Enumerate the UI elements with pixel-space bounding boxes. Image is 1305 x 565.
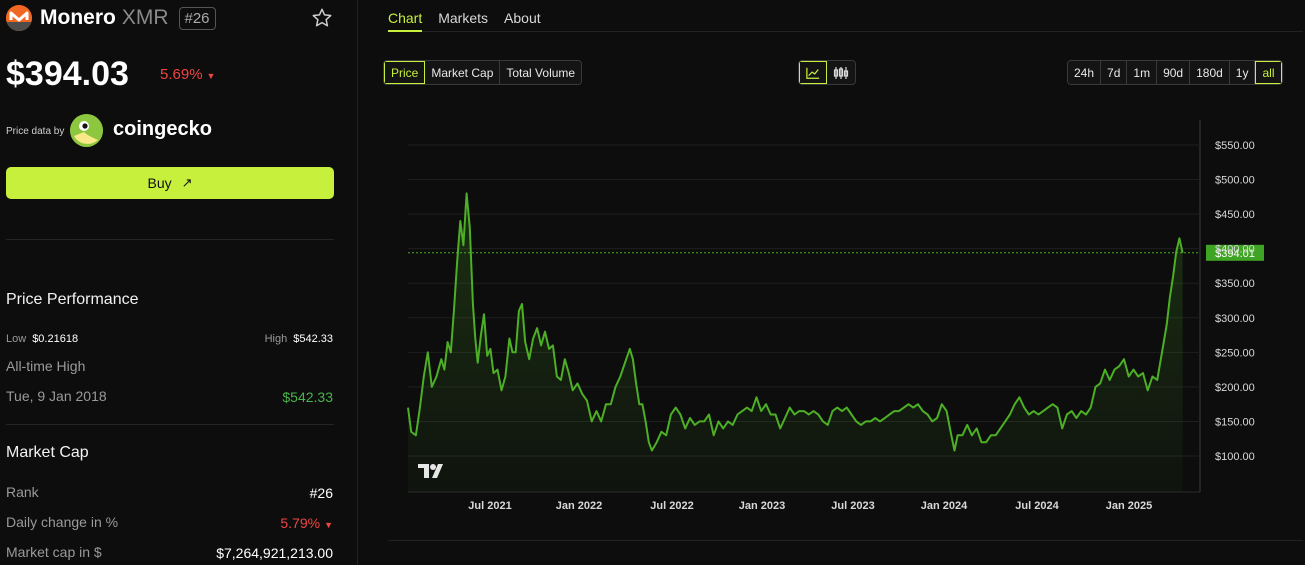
x-tick-label: Jan 2025 xyxy=(1106,500,1152,512)
coin-rank-badge: #26 xyxy=(178,6,216,30)
time-range-selector: 24h 7d 1m 90d 180d 1y all xyxy=(1067,60,1283,85)
market-cap-title: Market Cap xyxy=(6,444,89,461)
total-volume-metric-button[interactable]: Total Volume xyxy=(500,61,582,84)
caret-down-icon: ▼ xyxy=(324,520,333,530)
x-tick-label: Jul 2021 xyxy=(468,500,511,512)
daily-change-label: Daily change in % xyxy=(6,514,119,530)
y-tick-label: $200.00 xyxy=(1215,382,1255,394)
coin-sidebar: Monero XMR #26 $394.03 5.69% ▼ Price data… xyxy=(0,0,358,565)
buy-button[interactable]: Buy ↗ xyxy=(6,167,334,199)
low-label: Low xyxy=(6,333,27,345)
x-tick-label: Jul 2022 xyxy=(650,500,693,512)
star-icon[interactable] xyxy=(311,7,333,29)
x-tick-label: Jan 2024 xyxy=(921,500,968,512)
range-24h-button[interactable]: 24h xyxy=(1068,61,1102,84)
x-axis: Jul 2021 Jan 2022 Jul 2022 Jan 2023 Jul 2023… xyxy=(468,500,1152,512)
y-tick-label: $400.00 xyxy=(1215,244,1255,256)
high-label: High xyxy=(264,333,288,345)
price-change-value: 5.69% xyxy=(160,66,203,83)
y-tick-label: $100.00 xyxy=(1215,451,1255,463)
provider-name[interactable]: coingecko xyxy=(113,118,212,141)
x-tick-label: Jan 2023 xyxy=(739,500,785,512)
price-metric-button[interactable]: Price xyxy=(384,61,426,84)
coingecko-logo-icon xyxy=(70,114,103,147)
app-root: Monero XMR #26 $394.03 5.69% ▼ Price data… xyxy=(0,0,1305,565)
y-tick-label: $250.00 xyxy=(1215,347,1255,359)
chart-area-fill xyxy=(408,193,1183,492)
range-7d-button[interactable]: 7d xyxy=(1101,61,1128,84)
y-axis: $550.00 $500.00 $450.00 $400.00 $350.00 $300.… xyxy=(1215,140,1255,463)
arrow-up-right-icon: ↗ xyxy=(181,175,193,190)
price-performance-title: Price Performance xyxy=(6,291,139,308)
chart-panel: Chart Markets About Price Market Cap Tot… xyxy=(358,0,1305,565)
y-tick-label: $300.00 xyxy=(1215,313,1255,325)
monero-logo-icon xyxy=(6,5,32,31)
high-value: $542.33 xyxy=(293,333,333,345)
range-180d-button[interactable]: 180d xyxy=(1190,61,1230,84)
x-tick-label: Jan 2022 xyxy=(556,500,602,512)
divider xyxy=(388,540,1303,541)
tab-chart[interactable]: Chart xyxy=(388,0,423,32)
high-row: High $542.33 xyxy=(265,329,333,345)
daily-change: 5.79% ▼ xyxy=(280,515,333,531)
tab-markets[interactable]: Markets xyxy=(438,0,488,32)
range-90d-button[interactable]: 90d xyxy=(1157,61,1191,84)
current-price-reference: $394.01 xyxy=(408,244,1264,261)
tab-bar: Chart Markets About xyxy=(388,0,1303,32)
rank-label: Rank xyxy=(6,484,39,500)
y-tick-label: $450.00 xyxy=(1215,209,1255,221)
x-tick-label: Jul 2023 xyxy=(831,500,874,512)
range-all-button[interactable]: all xyxy=(1255,61,1282,84)
ath-label: All-time High xyxy=(6,358,86,374)
low-row: Low $0.21618 xyxy=(6,329,78,345)
market-cap-value: $7,264,921,213.00 xyxy=(216,545,333,561)
divider xyxy=(6,424,334,425)
price-data-label: Price data by xyxy=(6,126,65,137)
price-change: 5.69% ▼ xyxy=(160,66,215,83)
caret-down-icon: ▼ xyxy=(206,71,216,81)
range-1y-button[interactable]: 1y xyxy=(1229,61,1256,84)
range-1m-button[interactable]: 1m xyxy=(1127,61,1158,84)
coin-symbol: XMR xyxy=(121,6,169,29)
metric-selector: Price Market Cap Total Volume xyxy=(383,60,583,85)
y-tick-label: $550.00 xyxy=(1215,140,1255,152)
daily-change-value: 5.79% xyxy=(280,515,321,531)
line-chart-icon[interactable] xyxy=(799,61,827,84)
current-price: $394.03 xyxy=(6,55,129,93)
ath-value: $542.33 xyxy=(282,389,333,405)
rank-value: #26 xyxy=(309,485,333,501)
coin-name: Monero xyxy=(40,6,116,29)
divider xyxy=(6,239,334,240)
coin-header: Monero XMR #26 xyxy=(6,5,216,31)
y-tick-label: $500.00 xyxy=(1215,175,1255,187)
price-chart[interactable]: $394.01 $550.00 $500.00 $450.00 $400.00 $350… xyxy=(406,120,1305,530)
area-fill xyxy=(408,193,1183,492)
tab-about[interactable]: About xyxy=(504,0,541,32)
candlestick-icon[interactable] xyxy=(827,61,855,84)
chart-type-selector xyxy=(798,60,856,85)
x-tick-label: Jul 2024 xyxy=(1015,500,1059,512)
buy-button-label: Buy xyxy=(147,175,172,191)
y-tick-label: $350.00 xyxy=(1215,278,1255,290)
y-tick-label: $150.00 xyxy=(1215,416,1255,428)
ath-date: Tue, 9 Jan 2018 xyxy=(6,388,107,404)
market-cap-label: Market cap in $ xyxy=(6,544,102,560)
market-cap-metric-button[interactable]: Market Cap xyxy=(425,61,501,84)
low-value: $0.21618 xyxy=(32,333,79,345)
